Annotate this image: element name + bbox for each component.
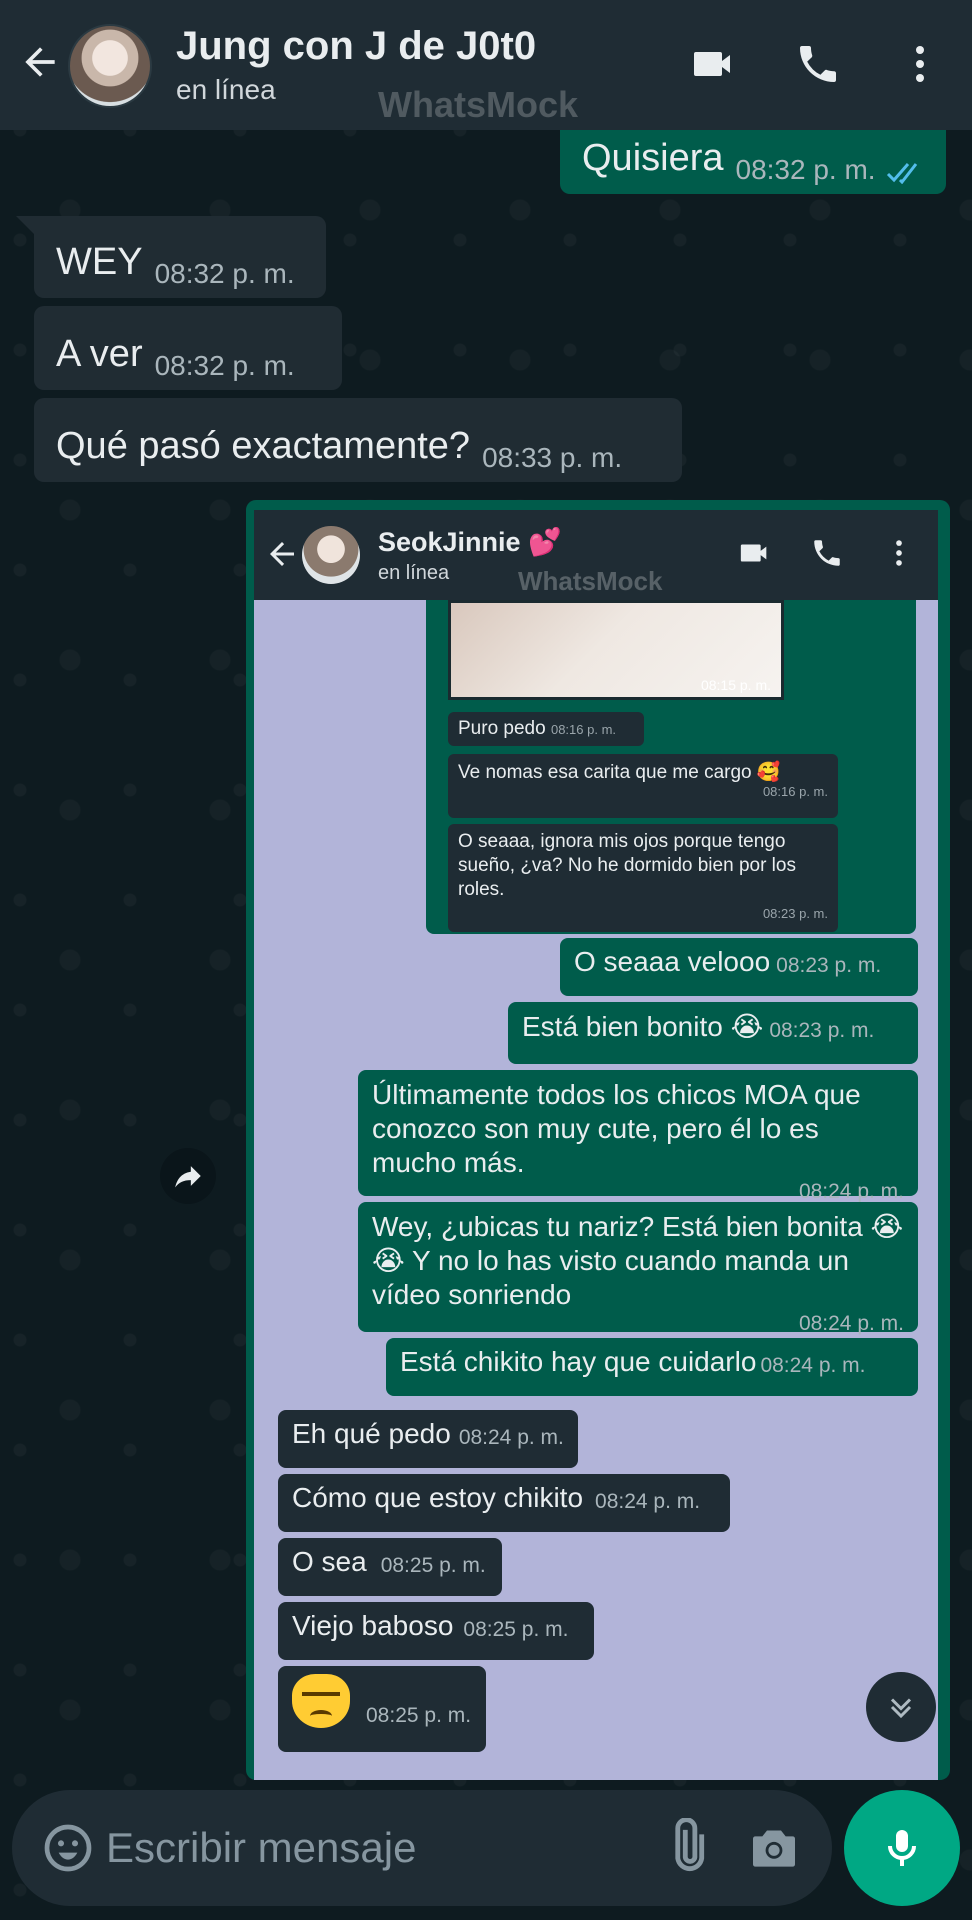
message-text: Está chikito hay que cuidarlo bbox=[400, 1346, 757, 1377]
message-bubble-outgoing: Últimamente todos los chicos MOA que con… bbox=[358, 1070, 918, 1203]
message-text: Ve nomas esa carita que me cargo 🥰 bbox=[458, 762, 781, 783]
avatar bbox=[302, 526, 360, 584]
message-bubble-outgoing: Está chikito hay que cuidarlo 08:24 p. m. bbox=[386, 1338, 918, 1396]
avatar[interactable] bbox=[68, 24, 152, 108]
nested-message: Puro pedo 08:16 p. m. bbox=[448, 712, 644, 746]
message-time: 08:24 p. m. bbox=[798, 1180, 904, 1203]
contact-status: en línea bbox=[176, 74, 276, 105]
message-time: 08:32 p. m. bbox=[735, 154, 876, 185]
message-bubble-incoming: Cómo que estoy chikito 08:24 p. m. bbox=[278, 1474, 730, 1532]
message-time: 08:24 p. m. bbox=[760, 1354, 866, 1377]
bubble-tail bbox=[16, 216, 34, 234]
more-vert-icon bbox=[896, 540, 902, 566]
message-text: WEY bbox=[56, 241, 143, 283]
message-time: 08:25 p. m. bbox=[380, 1554, 486, 1577]
mic-icon bbox=[888, 1830, 916, 1866]
message-text: Puro pedo bbox=[458, 718, 546, 739]
message-time: 08:23 p. m. bbox=[776, 954, 882, 977]
message-text: Viejo baboso bbox=[292, 1610, 454, 1641]
message-text: A ver bbox=[56, 333, 143, 375]
message-text: Quisiera bbox=[582, 137, 724, 179]
phone-icon[interactable] bbox=[794, 40, 842, 88]
message-bubble-incoming[interactable]: Qué pasó exactamente? 08:33 p. m. bbox=[34, 398, 682, 482]
message-text: Eh qué pedo bbox=[292, 1418, 451, 1449]
read-ticks-icon bbox=[886, 163, 917, 184]
message-time: 08:25 p. m. bbox=[463, 1618, 569, 1641]
message-bubble-outgoing: O seaaa velooo 08:23 p. m. bbox=[560, 938, 918, 996]
message-bubble-outgoing: Está bien bonito 😭 08:23 p. m. bbox=[508, 1002, 918, 1064]
message-bubble-incoming: Eh qué pedo 08:24 p. m. bbox=[278, 1410, 578, 1468]
attach-icon[interactable] bbox=[658, 1818, 716, 1876]
message-text: O seaaa, ignora mis ojos porque tengo su… bbox=[458, 831, 796, 900]
contact-status: en línea bbox=[378, 562, 450, 584]
chevron-double-down-icon bbox=[890, 1698, 912, 1719]
contact-name[interactable]: Jung con J de J0t0 bbox=[176, 24, 536, 69]
screenshot-image[interactable]: SeokJinnie 💕 en línea WhatsMock 08:15 p.… bbox=[254, 510, 938, 1780]
message-time: 08:24 p. m. bbox=[595, 1490, 701, 1513]
message-text: Qué pasó exactamente? bbox=[56, 425, 471, 467]
message-text: O seaaa velooo bbox=[574, 946, 771, 977]
chat-header: Jung con J de J0t0 en línea WhatsMock bbox=[0, 0, 972, 130]
video-call-icon[interactable] bbox=[690, 40, 738, 88]
nested-screenshot: 08:15 p. m. Puro pedo 08:16 p. m. Ve nom… bbox=[426, 600, 916, 934]
message-bubble-incoming: 08:25 p. m. bbox=[278, 1666, 486, 1752]
scroll-to-bottom-button[interactable] bbox=[866, 1672, 936, 1742]
message-bubble-incoming: Viejo baboso 08:25 p. m. bbox=[278, 1602, 594, 1660]
message-text: Está bien bonito 😭 bbox=[522, 1011, 764, 1042]
message-text: Cómo que estoy chikito bbox=[292, 1482, 584, 1513]
back-arrow-icon[interactable] bbox=[18, 40, 62, 84]
phone-icon bbox=[814, 540, 840, 566]
message-time: 08:32 p. m. bbox=[154, 350, 295, 381]
message-time: 08:15 p. m. bbox=[700, 677, 771, 693]
message-time: 08:23 p. m. bbox=[769, 1019, 875, 1042]
nested-message: Ve nomas esa carita que me cargo 🥰 08:16… bbox=[448, 754, 838, 818]
more-vert-icon[interactable] bbox=[896, 40, 944, 88]
video-call-icon bbox=[740, 544, 767, 562]
watermark: WhatsMock bbox=[518, 566, 663, 596]
message-composer: Escribir mensaje bbox=[12, 1790, 832, 1906]
camera-icon[interactable] bbox=[746, 1820, 802, 1876]
message-time: 08:25 p. m. bbox=[366, 1704, 472, 1727]
message-bubble-incoming[interactable]: A ver 08:32 p. m. bbox=[34, 306, 342, 390]
watermark: WhatsMock bbox=[378, 84, 579, 125]
message-input[interactable]: Escribir mensaje bbox=[106, 1824, 416, 1872]
back-arrow-icon bbox=[270, 542, 294, 566]
voice-message-button[interactable] bbox=[844, 1790, 960, 1906]
message-text: O sea bbox=[292, 1546, 367, 1577]
message-time: 08:16 p. m. bbox=[550, 722, 617, 737]
message-text: Últimamente todos los chicos MOA que con… bbox=[372, 1079, 861, 1178]
message-time: 08:33 p. m. bbox=[482, 442, 623, 473]
emoji-icon[interactable] bbox=[40, 1820, 96, 1876]
message-time: 08:23 p. m. bbox=[762, 906, 828, 921]
message-bubble-outgoing: Wey, ¿ubicas tu nariz? Está bien bonita … bbox=[358, 1202, 918, 1335]
forward-icon bbox=[175, 1166, 201, 1188]
message-time: 08:24 p. m. bbox=[798, 1312, 904, 1335]
nested-photo: 08:15 p. m. bbox=[448, 600, 784, 700]
angry-cat-face-icon bbox=[292, 1674, 350, 1728]
message-time: 08:32 p. m. bbox=[154, 258, 295, 289]
contact-name: SeokJinnie 💕 bbox=[378, 527, 562, 557]
message-bubble-incoming: O sea 08:25 p. m. bbox=[278, 1538, 502, 1596]
message-time: 08:16 p. m. bbox=[762, 784, 828, 799]
message-bubble-outgoing[interactable]: Quisiera 08:32 p. m. bbox=[560, 130, 946, 194]
message-time: 08:24 p. m. bbox=[458, 1426, 564, 1449]
forward-button[interactable] bbox=[160, 1148, 216, 1204]
message-text: Wey, ¿ubicas tu nariz? Está bien bonita … bbox=[372, 1211, 904, 1310]
nested-message: O seaaa, ignora mis ojos porque tengo su… bbox=[448, 824, 838, 932]
message-bubble-incoming[interactable]: WEY 08:32 p. m. bbox=[34, 216, 326, 298]
screenshot-header: SeokJinnie 💕 en línea WhatsMock bbox=[254, 510, 938, 600]
